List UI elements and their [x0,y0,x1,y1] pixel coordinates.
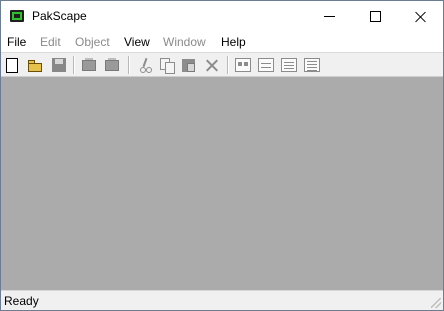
menu-view[interactable]: View [124,35,150,49]
large-icon-tile [238,62,242,66]
status-bar: Ready [1,290,443,310]
list-row [284,68,294,69]
small-icon-row [261,63,271,64]
list-row [284,65,294,66]
list-view-icon[interactable] [281,58,297,72]
small-icon-row [261,67,271,68]
disk-label-shape [55,59,63,64]
extract-icon[interactable] [81,57,97,73]
maximize-icon [369,11,381,22]
mdi-workspace[interactable] [1,77,443,290]
menu-object[interactable]: Object [75,35,110,49]
details-row [307,64,317,65]
toolbar-separator [128,56,130,74]
close-button[interactable] [398,1,444,32]
menu-help[interactable]: Help [221,35,246,49]
extract-body-shape [82,60,96,71]
scissor-blade-shape [142,57,148,68]
menu-file[interactable]: File [7,35,26,49]
menu-bar: File Edit Object View Window Help [1,32,443,52]
app-logo-mark [12,12,22,20]
list-row [284,62,294,63]
details-row [307,67,317,68]
scissor-handle-right [146,67,152,73]
resize-grip-icon[interactable] [431,298,441,308]
delete-icon[interactable] [204,57,220,73]
new-icon[interactable] [6,58,18,73]
app-icon[interactable] [10,10,24,22]
add-file-body-shape [105,60,119,71]
details-row [307,70,317,71]
title-bar[interactable]: PakScape [1,1,443,32]
minimize-icon [323,16,335,17]
toolbar-separator [73,56,75,74]
details-view-icon[interactable] [304,58,320,72]
add-file-icon[interactable] [104,57,120,73]
menu-window[interactable]: Window [163,35,206,49]
maximize-button[interactable] [352,1,398,32]
details-row [307,61,317,62]
close-icon [415,11,427,23]
small-icons-view-icon[interactable] [258,58,274,72]
copy-front-page [165,62,175,74]
paste-icon[interactable] [181,57,197,73]
large-icons-view-icon[interactable] [235,58,251,72]
toolbar-separator [227,56,229,74]
app-window: PakScape File Edit Object View Window He… [0,0,444,311]
window-title: PakScape [32,9,87,23]
status-text: Ready [4,294,39,308]
open-folder-icon[interactable] [27,57,43,73]
cut-icon[interactable] [137,57,153,73]
menu-edit[interactable]: Edit [40,35,61,49]
save-icon[interactable] [51,57,67,73]
large-icon-tile [244,62,248,66]
folder-body-shape [28,63,42,72]
copy-icon[interactable] [159,57,175,74]
minimize-button[interactable] [306,1,352,32]
toolbar [1,52,443,77]
paste-page-shape [187,63,195,72]
